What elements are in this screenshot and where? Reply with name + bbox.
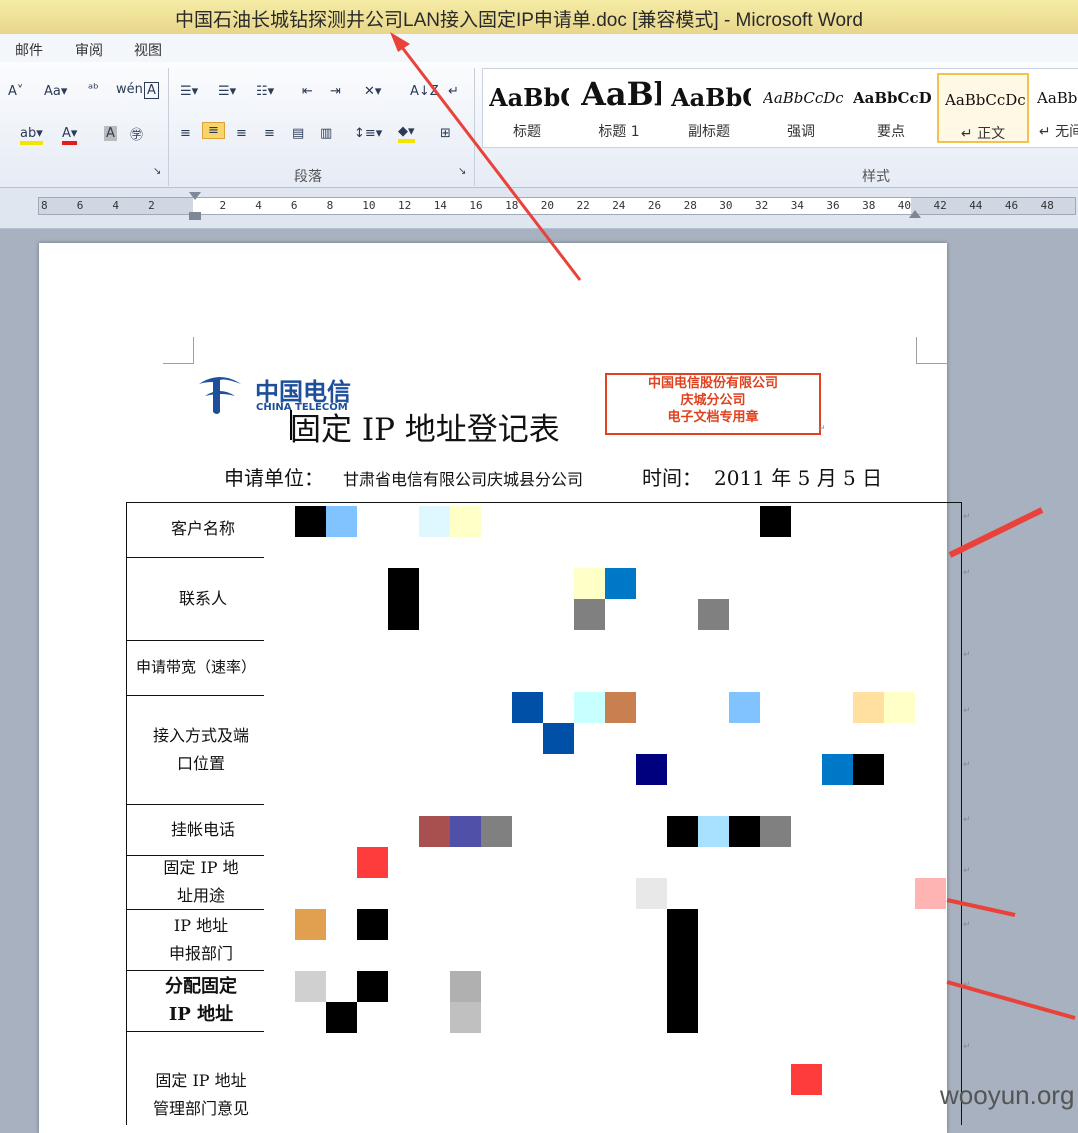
annotation-arrows [390, 32, 1076, 1020]
watermark: wooyun.org [940, 1080, 1075, 1110]
